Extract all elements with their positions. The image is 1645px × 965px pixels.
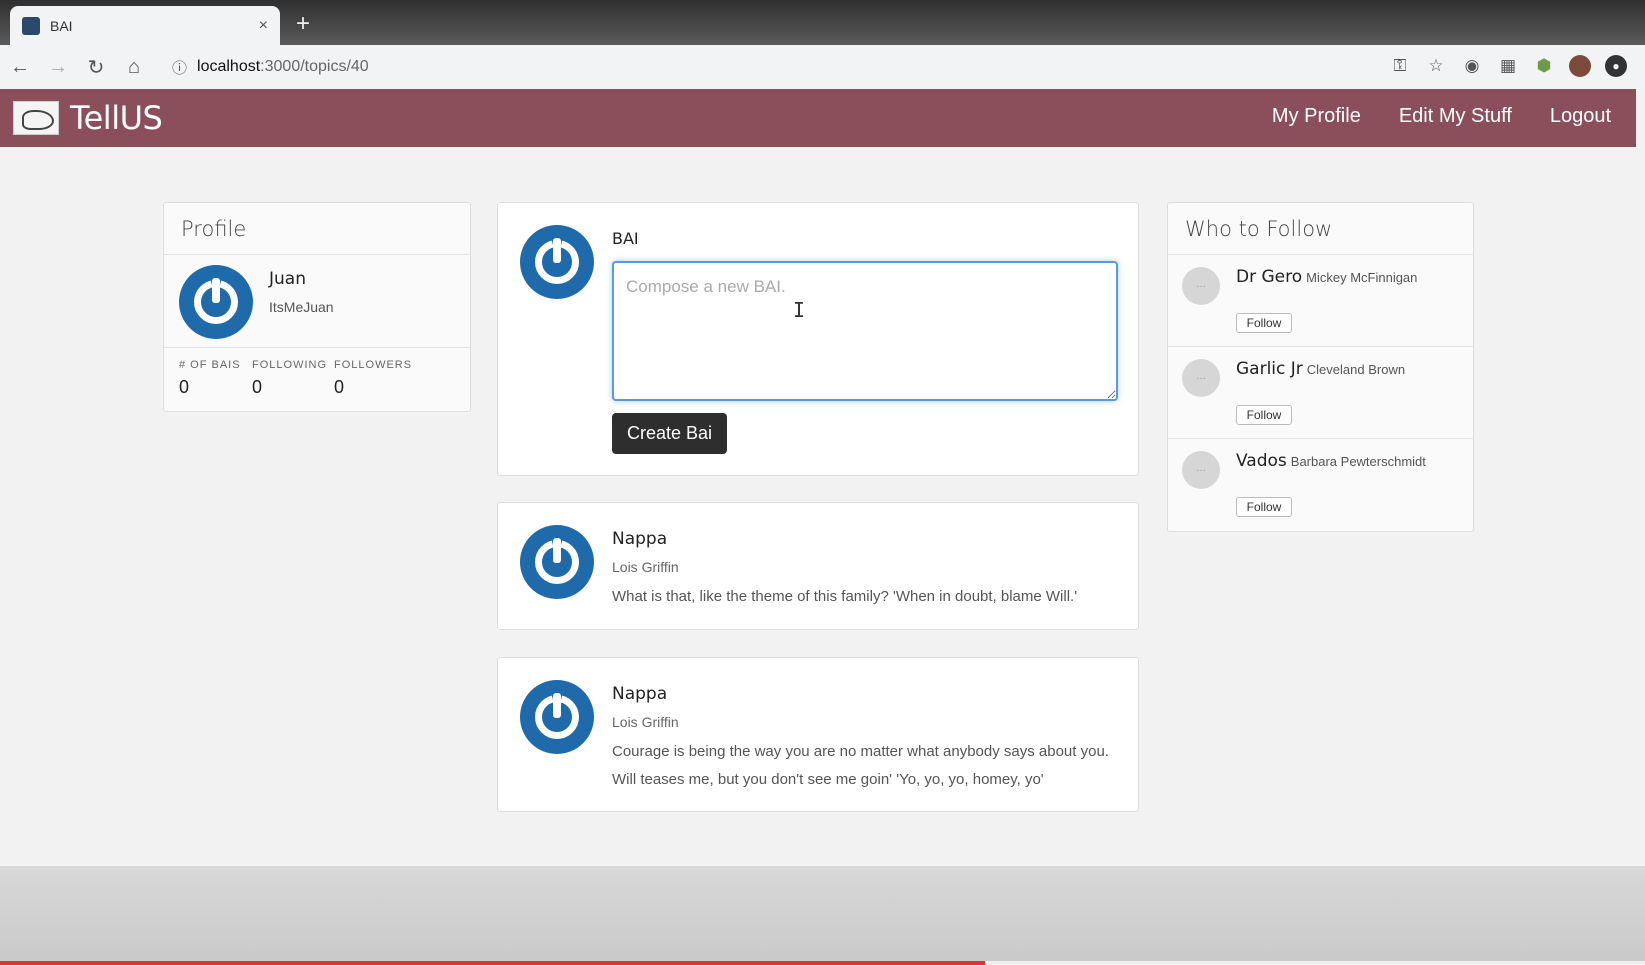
user-avatar-icon[interactable]	[1569, 55, 1591, 77]
profile-handle: ItsMeJuan	[269, 299, 334, 315]
text-cursor-icon: I	[793, 298, 806, 322]
follow-button[interactable]: Follow	[1236, 497, 1292, 517]
nav-logout[interactable]: Logout	[1550, 105, 1611, 128]
nav-links: My Profile Edit My Stuff Logout	[1272, 105, 1611, 128]
post-avatar-icon	[520, 525, 594, 599]
post-handle: Lois Griffin	[612, 714, 679, 730]
browser-tab-bar: BAI × +	[0, 0, 1645, 45]
stat-followers: FOLLOWERS 0	[334, 359, 413, 397]
extension-hex-icon[interactable]: ⬢	[1533, 55, 1555, 77]
address-bar[interactable]: ⓘ localhost:3000/topics/40	[160, 51, 1500, 83]
who-to-follow-card: Who to Follow ··· Dr Gero Mickey McFinnig…	[1167, 202, 1474, 532]
who-to-follow-heading: Who to Follow	[1168, 203, 1473, 255]
compose-avatar-icon	[520, 225, 594, 299]
info-icon[interactable]: ⓘ	[172, 57, 187, 78]
extension-icon[interactable]: ◉	[1461, 55, 1483, 77]
stat-bais: # OF BAIS 0	[179, 359, 241, 397]
suggestion-avatar-icon: ···	[1182, 451, 1220, 489]
profile-card: Profile Juan ItsMeJuan # OF BAIS 0 FOLLO…	[163, 202, 471, 412]
compose-card: BAI Create Bai	[497, 202, 1139, 476]
profile-heading: Profile	[164, 203, 470, 255]
app-navbar: TellUS My Profile Edit My Stuff Logout	[0, 89, 1636, 147]
browser-tab[interactable]: BAI ×	[10, 6, 280, 45]
post-card: Nappa Lois Griffin What is that, like th…	[497, 502, 1139, 630]
tab-title: BAI	[50, 17, 73, 34]
suggestion-avatar-icon: ···	[1182, 267, 1220, 305]
create-bai-button[interactable]: Create Bai	[612, 413, 727, 454]
post-handle: Lois Griffin	[612, 559, 679, 575]
new-tab-button[interactable]: +	[296, 12, 310, 36]
menu-circle-icon[interactable]: ●	[1605, 55, 1627, 77]
stats-divider	[164, 347, 470, 348]
suggestion-avatar-icon: ···	[1182, 359, 1220, 397]
post-avatar-icon	[520, 680, 594, 754]
post-author: Nappa	[612, 529, 668, 549]
bottom-band	[0, 866, 1645, 965]
tab-close-icon[interactable]: ×	[259, 17, 268, 35]
toolbar-extensions: ⚿ ☆ ◉ ▦ ⬢ ●	[1389, 55, 1627, 77]
url-text: localhost:3000/topics/40	[197, 58, 369, 75]
logo-image[interactable]	[13, 101, 59, 135]
video-progress-bar[interactable]	[0, 961, 985, 965]
compose-textarea[interactable]	[612, 261, 1118, 401]
suggestion-name: Vados Barbara Pewterschmidt	[1236, 451, 1426, 471]
follow-suggestion: ··· Vados Barbara Pewterschmidt Follow	[1168, 439, 1473, 531]
profile-avatar-icon	[179, 265, 253, 339]
home-icon[interactable]: ⌂	[116, 49, 152, 85]
nav-my-profile[interactable]: My Profile	[1272, 105, 1361, 128]
brand-title[interactable]: TellUS	[70, 99, 163, 137]
profile-name: Juan	[269, 269, 306, 289]
extension-grid-icon[interactable]: ▦	[1497, 55, 1519, 77]
post-body: Courage is being the way you are no matt…	[612, 743, 1109, 788]
follow-button[interactable]: Follow	[1236, 405, 1292, 425]
suggestion-name: Garlic Jr Cleveland Brown	[1236, 359, 1406, 379]
stat-following: FOLLOWING 0	[252, 359, 328, 397]
follow-suggestion: ··· Garlic Jr Cleveland Brown Follow	[1168, 347, 1473, 439]
reload-icon[interactable]: ↻	[78, 49, 114, 85]
video-progress-remaining[interactable]	[985, 961, 1645, 965]
tab-favicon-icon	[22, 16, 40, 35]
star-icon[interactable]: ☆	[1425, 55, 1447, 77]
follow-button[interactable]: Follow	[1236, 313, 1292, 333]
post-card: Nappa Lois Griffin Courage is being the …	[497, 657, 1139, 812]
back-arrow-icon[interactable]: ←	[2, 49, 38, 85]
compose-label: BAI	[612, 229, 639, 248]
nav-edit-my-stuff[interactable]: Edit My Stuff	[1399, 105, 1512, 128]
post-body: What is that, like the theme of this fam…	[612, 588, 1078, 605]
browser-toolbar: ← → ↻ ⌂ ⓘ localhost:3000/topics/40 ⚿ ☆ ◉…	[0, 45, 1645, 89]
key-icon[interactable]: ⚿	[1389, 55, 1411, 77]
suggestion-name: Dr Gero Mickey McFinnigan	[1236, 267, 1418, 287]
post-author: Nappa	[612, 684, 668, 704]
follow-suggestion: ··· Dr Gero Mickey McFinnigan Follow	[1168, 255, 1473, 347]
forward-arrow-icon[interactable]: →	[40, 49, 76, 85]
